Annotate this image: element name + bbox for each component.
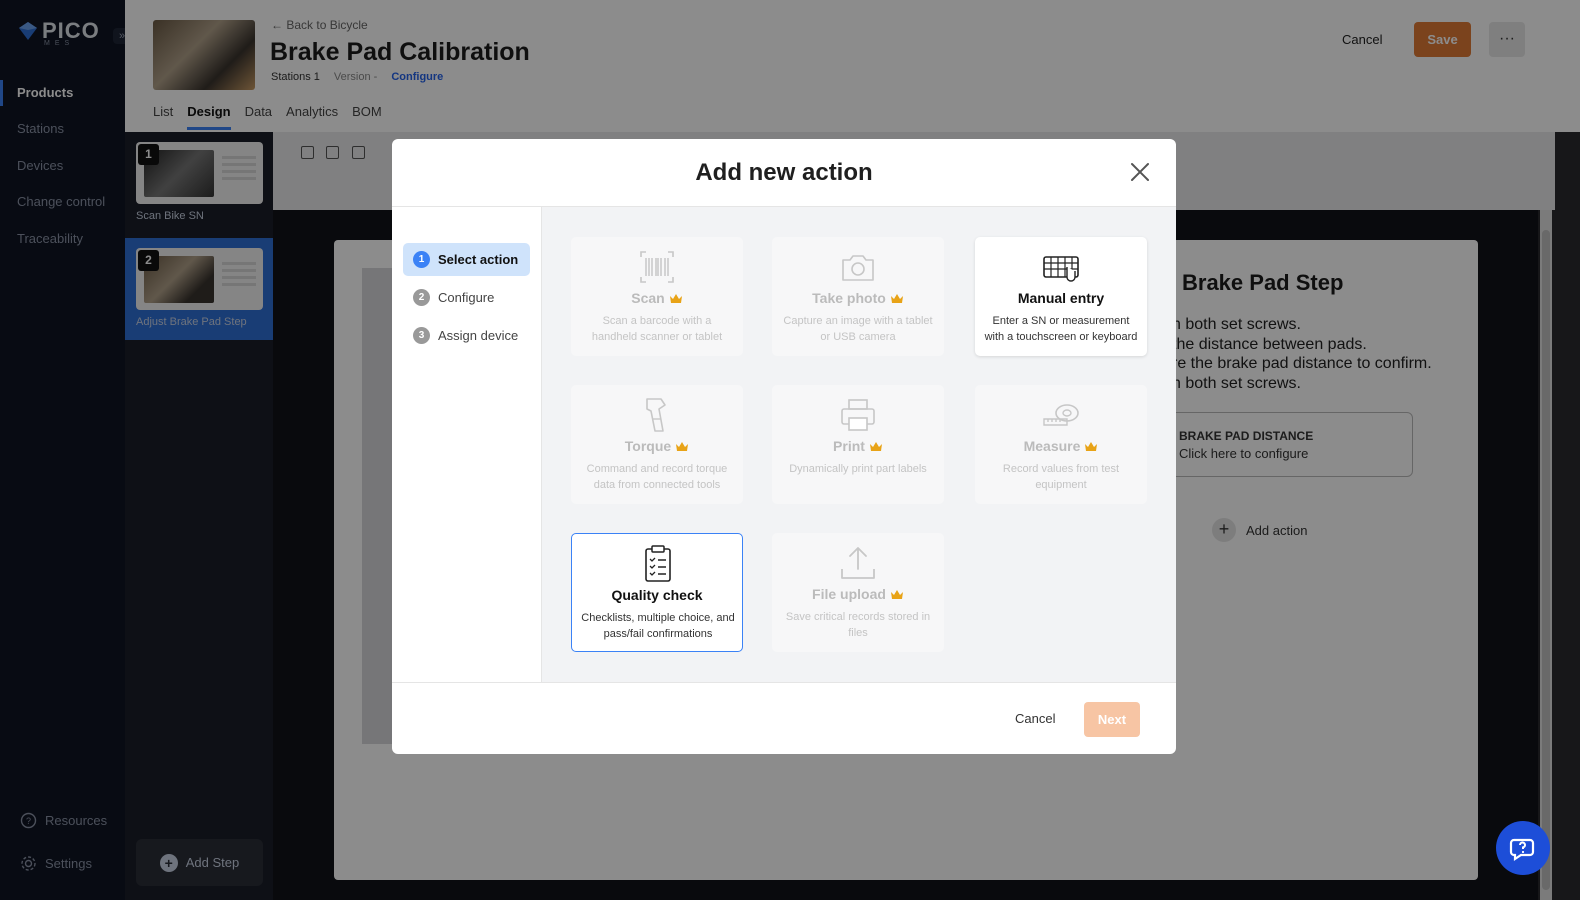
action-card-measure[interactable]: Measure Record values from test equipmen… (975, 385, 1147, 504)
action-grid: Scan Scan a barcode with a handheld scan… (542, 207, 1176, 682)
action-title: Measure (975, 438, 1147, 454)
crown-icon (676, 442, 689, 451)
crown-icon (1085, 442, 1098, 451)
action-title: Quality check (611, 587, 703, 603)
action-description: Record values from test equipment (1002, 463, 1120, 491)
action-title: Scan (571, 290, 743, 306)
action-title: Manual entry (1017, 290, 1105, 306)
action-card-manual-entry[interactable]: Manual entry Enter a SN or measurement w… (975, 237, 1147, 356)
action-description: Command and record torque data from conn… (586, 463, 728, 491)
wizard-step-number: 2 (413, 289, 430, 306)
action-card-print[interactable]: Print Dynamically print part labels (772, 385, 944, 504)
action-card-take-photo[interactable]: Take photo Capture an image with a table… (772, 237, 944, 356)
help-chat-button[interactable] (1496, 821, 1550, 875)
action-title: Print (772, 438, 944, 454)
wizard-step-label: Assign device (438, 328, 519, 343)
action-title: Torque (571, 438, 743, 454)
camera-icon (842, 255, 874, 281)
action-card-file-upload[interactable]: File upload Save critical records stored… (772, 533, 944, 652)
chat-help-icon (1509, 838, 1535, 862)
barcode-icon (640, 251, 674, 283)
wizard-step-label: Select action (438, 252, 519, 267)
wizard-step-select-action[interactable]: 1 Select action (403, 243, 530, 276)
wizard-steps: 1 Select action 2 Configure 3 Assign dev… (392, 207, 542, 682)
wizard-step-label: Configure (438, 290, 495, 305)
action-title: Take photo (772, 290, 944, 306)
modal-header: Add new action (392, 139, 1176, 207)
action-description: Enter a SN or measurement with a touchsc… (984, 315, 1138, 343)
modal-cancel-button[interactable]: Cancel (1015, 711, 1055, 726)
action-description: Dynamically print part labels (789, 463, 927, 475)
wizard-step-number: 3 (413, 327, 430, 344)
action-title: File upload (772, 586, 944, 602)
action-description: Scan a barcode with a handheld scanner o… (591, 315, 723, 343)
crown-icon (669, 294, 682, 303)
torque-tool-icon (646, 398, 666, 432)
crown-icon (869, 442, 882, 451)
tape-measure-icon (1043, 404, 1079, 426)
action-card-quality-check[interactable]: Quality check Checklists, multiple choic… (571, 533, 743, 652)
wizard-step-number: 1 (413, 251, 430, 268)
wizard-step-configure[interactable]: 2 Configure (403, 281, 530, 314)
action-description: Save critical records stored in files (785, 611, 931, 639)
next-button[interactable]: Next (1084, 702, 1140, 737)
wizard-step-assign-device[interactable]: 3 Assign device (403, 319, 530, 352)
action-description: Checklists, multiple choice, and pass/fa… (581, 612, 735, 640)
close-icon[interactable] (1128, 160, 1152, 184)
upload-icon (841, 547, 875, 579)
crown-icon (890, 294, 903, 303)
clipboard-checklist-icon (645, 545, 671, 582)
keyboard-icon (1043, 256, 1079, 282)
crown-icon (890, 590, 903, 599)
add-action-modal: Add new action 1 Select action 2 Configu… (392, 139, 1176, 754)
modal-title: Add new action (695, 159, 873, 186)
modal-footer: Cancel Next (392, 682, 1176, 754)
printer-icon (841, 399, 875, 431)
action-card-scan[interactable]: Scan Scan a barcode with a handheld scan… (571, 237, 743, 356)
action-card-torque[interactable]: Torque Command and record torque data fr… (571, 385, 743, 504)
action-description: Capture an image with a tablet or USB ca… (783, 315, 933, 343)
